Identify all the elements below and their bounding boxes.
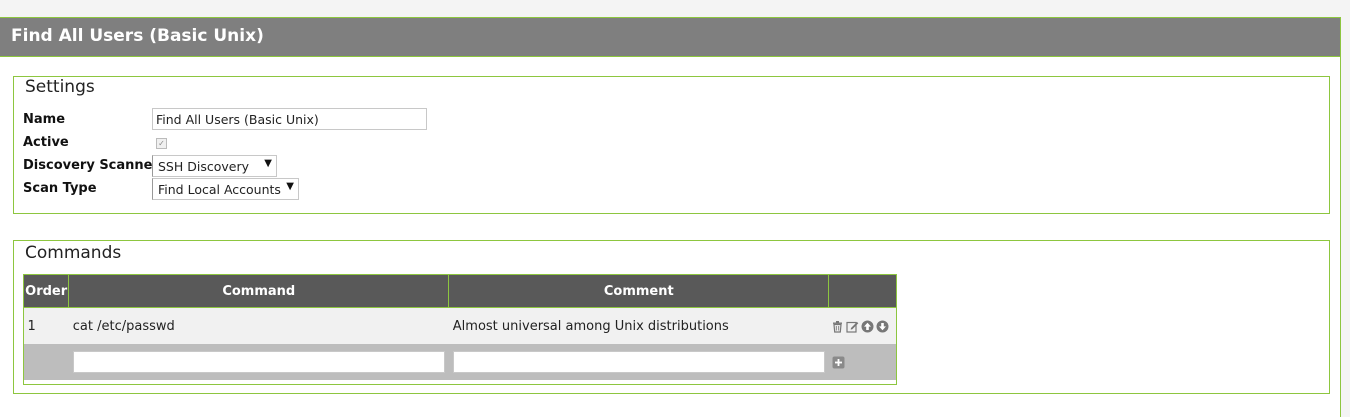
discovery-scanner-select[interactable]: SSH Discovery ▼ — [152, 155, 277, 177]
chevron-down-icon: ▼ — [286, 181, 294, 192]
new-comment-input[interactable] — [452, 351, 825, 373]
arrow-down-circle-icon[interactable] — [876, 320, 889, 333]
name-field[interactable] — [152, 108, 427, 130]
new-row-command-cell — [68, 344, 449, 380]
edit-icon[interactable] — [846, 320, 859, 333]
new-row-order — [23, 344, 69, 380]
new-command-row — [23, 344, 897, 380]
trash-icon[interactable] — [831, 320, 844, 333]
new-command-input[interactable] — [72, 351, 445, 373]
column-header-actions — [828, 274, 897, 308]
name-label: Name — [23, 112, 66, 127]
row-command: cat /etc/passwd — [68, 307, 449, 344]
column-header-order: Order — [22, 274, 70, 308]
row-actions — [828, 307, 897, 344]
column-header-command: Command — [68, 274, 450, 308]
column-header-comment: Comment — [448, 274, 830, 308]
page-title: Find All Users (Basic Unix) — [11, 26, 264, 46]
scan-type-value: Find Local Accounts — [158, 182, 281, 197]
plus-square-icon[interactable] — [832, 356, 845, 369]
discovery-scanner-label: Discovery Scanner — [23, 158, 159, 173]
discovery-scanner-value: SSH Discovery — [158, 159, 249, 174]
commands-legend: Commands — [21, 243, 126, 263]
row-comment: Almost universal among Unix distribution… — [448, 307, 829, 344]
commands-table: Order Command Comment 1 cat /etc/passwd … — [22, 274, 897, 380]
arrow-up-circle-icon[interactable] — [861, 320, 874, 333]
active-label: Active — [23, 135, 69, 150]
active-checkbox[interactable]: ✓ — [156, 138, 167, 149]
new-row-comment-cell — [448, 344, 829, 380]
new-row-actions — [828, 344, 897, 380]
chevron-down-icon: ▼ — [264, 158, 272, 169]
scan-type-label: Scan Type — [23, 181, 97, 196]
table-row: 1 cat /etc/passwd Almost universal among… — [23, 307, 897, 344]
scan-type-select[interactable]: Find Local Accounts ▼ — [152, 178, 299, 200]
settings-legend: Settings — [21, 77, 99, 97]
panel-header: Find All Users (Basic Unix) — [0, 18, 1340, 57]
table-header-row: Order Command Comment — [22, 274, 897, 308]
row-order: 1 — [23, 307, 69, 344]
